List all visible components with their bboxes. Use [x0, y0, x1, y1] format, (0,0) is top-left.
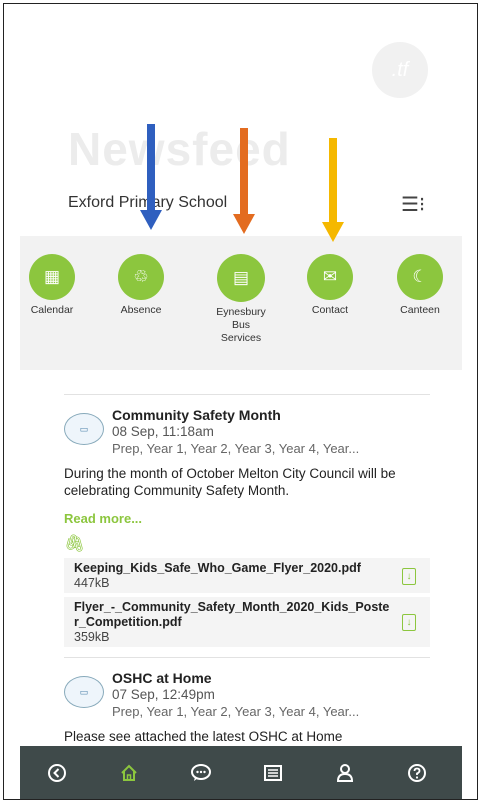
- post-date: 08 Sep, 11:18am: [112, 424, 214, 439]
- quick-links-bar: ▦ Calendar ♲ Absence ▤ Eynesbury Bus Ser…: [20, 236, 462, 370]
- attachment-name: Flyer_-_Community_Safety_Month_2020_Kids…: [74, 600, 390, 629]
- quick-link-label: Absence: [120, 304, 162, 316]
- post-tags: Prep, Year 1, Year 2, Year 3, Year 4, Ye…: [112, 441, 360, 456]
- bottom-nav-bar: [20, 746, 462, 799]
- paperclip-icon: 🖇: [64, 534, 86, 553]
- post-body: During the month of October Melton City …: [64, 466, 396, 498]
- annotation-arrow-blue: [140, 124, 162, 230]
- attachment-name: Keeping_Kids_Safe_Who_Game_Flyer_2020.pd…: [74, 561, 361, 575]
- menu-icon[interactable]: ☰⁝: [401, 192, 425, 217]
- attachment-size: 447kB: [74, 576, 110, 590]
- download-icon[interactable]: ↓: [402, 614, 416, 631]
- quick-link-label: Contact: [311, 304, 349, 316]
- annotation-arrow-orange: [233, 128, 255, 234]
- attachment-size: 359kB: [74, 630, 110, 644]
- canteen-icon: ☾: [397, 254, 443, 300]
- quick-link-bus-services[interactable]: ▤ Eynesbury Bus Services: [206, 254, 276, 345]
- quick-link-canteen[interactable]: ☾ Canteen: [385, 254, 455, 317]
- read-more-link[interactable]: Read more...: [64, 511, 430, 526]
- download-icon[interactable]: ↓: [402, 567, 416, 585]
- school-avatar: ▭: [64, 676, 104, 708]
- quick-link-label: Eynesbury Bus Services: [216, 306, 266, 344]
- profile-icon[interactable]: [330, 758, 360, 788]
- quick-link-absence[interactable]: ♲ Absence: [106, 254, 176, 317]
- back-icon[interactable]: [42, 758, 72, 788]
- screenshot-frame: .tf Newsfeed Exford Primary School ☰⁝ ▦ …: [3, 3, 478, 800]
- calendar-icon: ▦: [29, 254, 75, 300]
- newsfeed-list: ▭ Community Safety Month 08 Sep, 11:18am…: [64, 394, 430, 745]
- absence-icon: ♲: [118, 254, 164, 300]
- phone-screen: .tf Newsfeed Exford Primary School ☰⁝ ▦ …: [20, 12, 462, 799]
- post-tags: Prep, Year 1, Year 2, Year 3, Year 4, Ye…: [112, 704, 360, 719]
- school-logo: .tf: [372, 42, 428, 98]
- document-icon: ▤: [217, 254, 265, 302]
- page-title-watermark: Newsfeed: [68, 123, 291, 175]
- post-item[interactable]: ▭ Community Safety Month 08 Sep, 11:18am…: [64, 407, 430, 647]
- quick-link-calendar[interactable]: ▦ Calendar: [20, 254, 87, 317]
- chat-icon[interactable]: [186, 758, 216, 788]
- divider: [64, 394, 430, 395]
- post-body: Please see attached the latest OSHC at H…: [64, 729, 343, 744]
- quick-link-label: Calendar: [30, 304, 74, 316]
- post-date: 07 Sep, 12:49pm: [112, 687, 215, 702]
- help-icon[interactable]: [402, 758, 432, 788]
- attachment-item[interactable]: Keeping_Kids_Safe_Who_Game_Flyer_2020.pd…: [64, 558, 430, 593]
- quick-link-contact[interactable]: ✉ Contact: [295, 254, 365, 317]
- post-title: OSHC at Home: [112, 670, 212, 686]
- home-icon[interactable]: [114, 758, 144, 788]
- school-avatar: ▭: [64, 413, 104, 445]
- divider: [64, 657, 430, 658]
- mail-icon: ✉: [307, 254, 353, 300]
- post-header: ▭ OSHC at Home 07 Sep, 12:49pm Prep, Yea…: [64, 670, 430, 728]
- annotation-arrow-yellow: [322, 138, 344, 242]
- quick-link-label: Canteen: [400, 304, 440, 316]
- post-header: ▭ Community Safety Month 08 Sep, 11:18am…: [64, 407, 430, 465]
- list-icon[interactable]: [258, 758, 288, 788]
- attachment-item[interactable]: Flyer_-_Community_Safety_Month_2020_Kids…: [64, 597, 430, 647]
- post-item[interactable]: ▭ OSHC at Home 07 Sep, 12:49pm Prep, Yea…: [64, 670, 430, 745]
- post-title: Community Safety Month: [112, 407, 281, 423]
